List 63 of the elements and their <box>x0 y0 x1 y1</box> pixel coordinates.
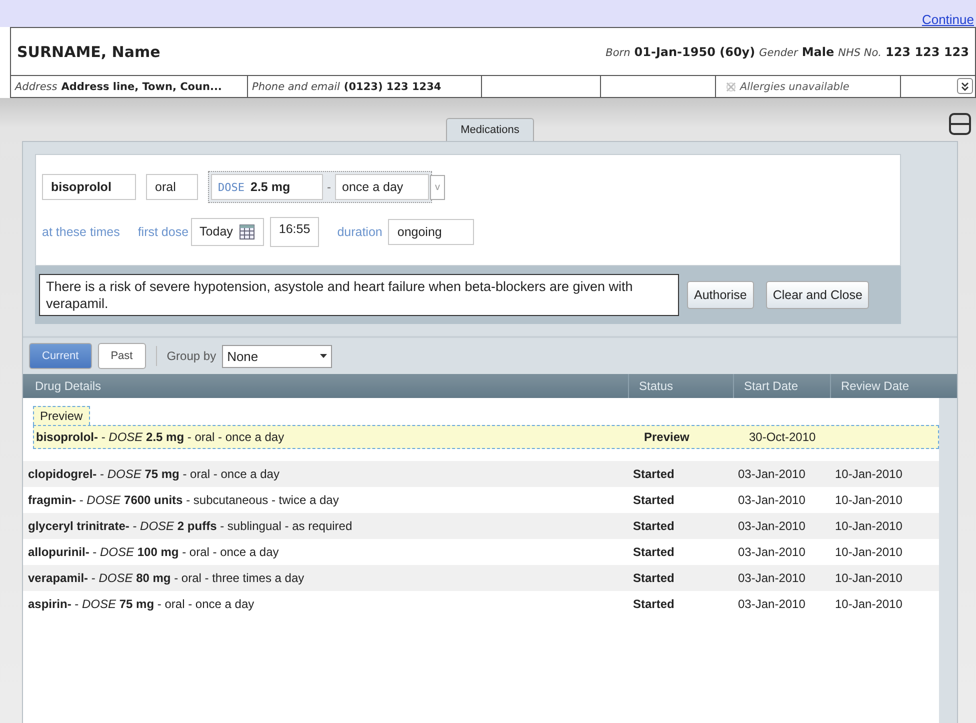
allergies-status: Allergies unavailable <box>740 80 850 92</box>
unavailable-icon <box>726 82 736 92</box>
status-cell-text: Started <box>632 545 676 559</box>
review-date-cell-text: 10-Jan-2010 <box>834 467 904 481</box>
start-date-cell-text: 03-Jan-2010 <box>737 597 806 611</box>
frequency-field[interactable]: once a day <box>335 174 429 200</box>
start-date-cell-text: 03-Jan-2010 <box>737 467 806 481</box>
address-value: Address line, Town, Coun... <box>61 80 222 92</box>
birth-date: 01-Jan-1950 (60y) <box>634 44 756 58</box>
clear-close-button[interactable]: Clear and Close <box>766 281 870 309</box>
address-label: Address <box>15 80 58 92</box>
status-cell-text: Started <box>632 571 676 585</box>
preview-label: Preview <box>33 406 90 425</box>
review-date-cell-text: 10-Jan-2010 <box>834 571 904 585</box>
first-dose-label: first dose <box>138 225 189 239</box>
interaction-warning: There is a risk of severe hypotension, asystole and heart failure when beta-blockers are given with verapamil. <box>39 274 679 316</box>
drug-details-cell-text: glyceryl trinitrate- - DOSE 2 puffs - sublingual - as required <box>27 519 354 533</box>
status-cell-text: Started <box>632 493 676 507</box>
drug-details-cell-text: verapamil- - DOSE 80 mg - oral - three times a day <box>27 571 306 585</box>
review-date-cell-text: 10-Jan-2010 <box>834 519 904 533</box>
split-view-icon[interactable] <box>948 112 972 136</box>
duration-field[interactable]: ongoing <box>388 219 474 245</box>
medications-tab[interactable]: Medications <box>446 118 534 141</box>
status-cell-text: Started <box>632 467 676 481</box>
status-cell-text: Preview <box>643 430 690 444</box>
authorise-button[interactable]: Authorise <box>687 281 754 309</box>
start-date-cell-text: 30-Oct-2010 <box>748 430 817 444</box>
filter-button[interactable]: Past <box>98 343 146 369</box>
dose-field[interactable]: DOSE 2.5 mg <box>211 174 323 200</box>
phone-value: (0123) 123 1234 <box>344 80 442 92</box>
status-cell-text: Started <box>632 597 676 611</box>
drug-details-cell-text: fragmin- - DOSE 7600 units - subcutaneous - twice a day <box>27 493 340 507</box>
continue-link[interactable]: Continue <box>922 12 976 27</box>
gender-label: Gender <box>759 46 798 58</box>
drug-field[interactable]: bisoprolol <box>42 174 136 200</box>
born-label: Born <box>606 46 630 58</box>
start-date-cell-text: 03-Jan-2010 <box>737 493 806 507</box>
start-date-cell-text: 03-Jan-2010 <box>737 519 806 533</box>
start-date-cell-text: 03-Jan-2010 <box>737 545 806 559</box>
drug-details-cell-text: aspirin- - DOSE 75 mg - oral - once a day <box>27 597 256 611</box>
status-cell-text: Started <box>632 519 676 533</box>
nhs-label: NHS No. <box>838 46 882 58</box>
date-field[interactable]: Today <box>190 218 264 246</box>
patient-name: SURNAME, Name <box>17 42 160 60</box>
calendar-icon[interactable] <box>238 224 255 240</box>
dose-separator: - <box>327 180 331 194</box>
nhs-number: 123 123 123 <box>885 44 969 58</box>
time-field[interactable]: 16:55 <box>270 217 320 247</box>
review-date-cell-text: 10-Jan-2010 <box>834 545 904 559</box>
expand-icon[interactable] <box>957 78 973 94</box>
drug-details-cell-text: bisoprolol- - DOSE 2.5 mg - oral - once a day <box>35 430 286 444</box>
review-date-cell-text: 10-Jan-2010 <box>834 493 904 507</box>
route-field[interactable]: oral <box>146 174 198 200</box>
gender-value: Male <box>802 44 834 58</box>
group-by-select[interactable]: None <box>222 344 332 368</box>
drug-details-cell-text: clopidogrel- - DOSE 75 mg - oral - once a day <box>27 467 280 481</box>
group-by-label: Group by <box>166 349 216 363</box>
review-date-cell-text: 10-Jan-2010 <box>834 597 904 611</box>
dropdown-icon <box>320 354 328 358</box>
start-date-cell-text: 03-Jan-2010 <box>737 571 806 585</box>
phone-label: Phone and email <box>252 80 340 92</box>
drug-details-cell-text: allopurinil- - DOSE 100 mg - oral - once a day <box>27 545 280 559</box>
duration-label: duration <box>337 225 382 239</box>
